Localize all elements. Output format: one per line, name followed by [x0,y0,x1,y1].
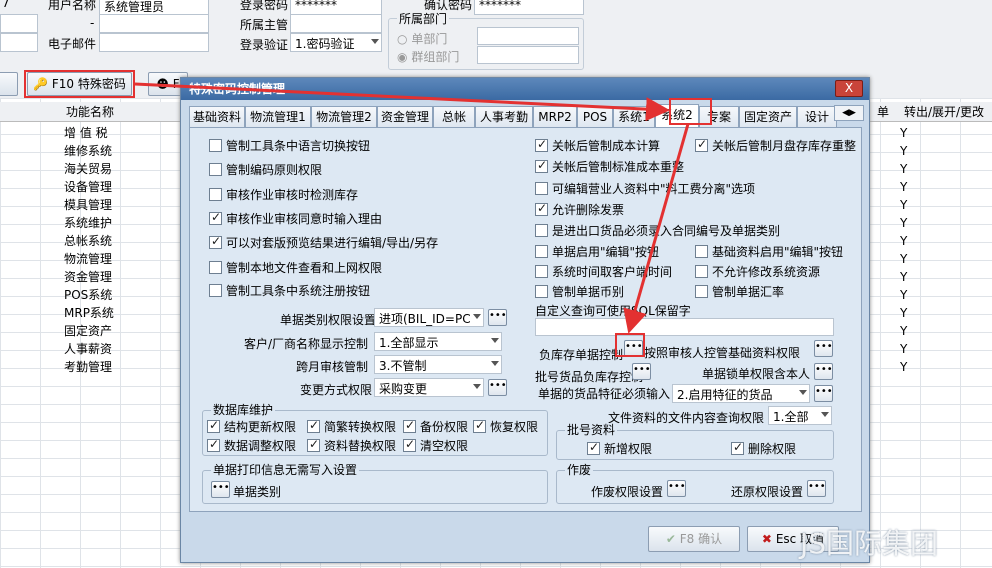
annotation-arrows [134,82,690,334]
watermark: JS国际集团 [800,522,938,562]
watermark-text: JS国际集团 [800,527,939,560]
arrow-to-ellipsis [623,123,690,334]
arrow-to-tab [134,82,670,122]
